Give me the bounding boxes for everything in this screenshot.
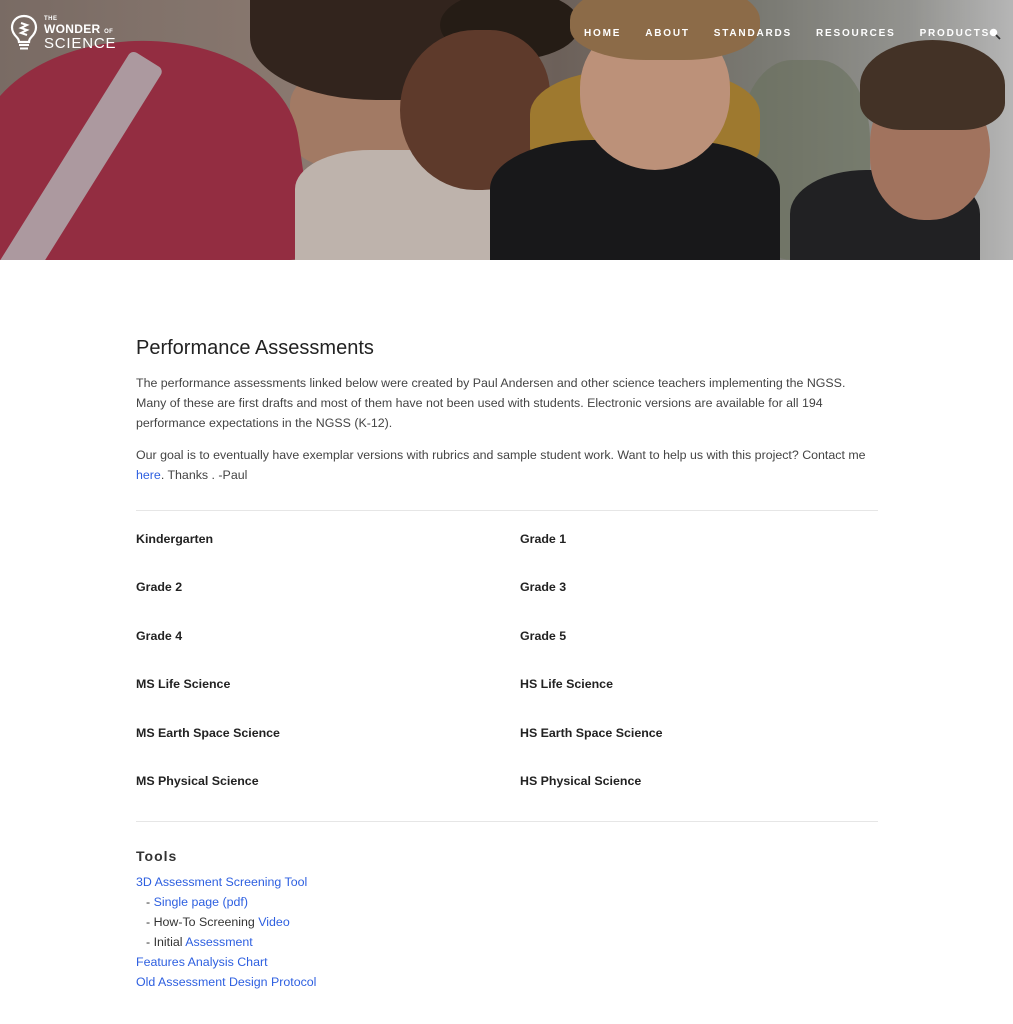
tools-item: - Initial Assessment bbox=[136, 932, 878, 952]
hero-overlay bbox=[0, 0, 1013, 260]
grade-link-hs-physical-science[interactable]: HS Physical Science bbox=[520, 773, 878, 821]
grade-link-kindergarten[interactable]: Kindergarten bbox=[136, 531, 520, 579]
logo-wordmark: THE WONDER OF SCIENCE bbox=[44, 16, 116, 51]
single-page-pdf-link[interactable]: Single page (pdf) bbox=[154, 895, 248, 909]
grade-link-hs-earth-space-science[interactable]: HS Earth Space Science bbox=[520, 725, 878, 773]
logo-of: OF bbox=[104, 28, 114, 35]
grade-links-grid: Kindergarten Grade 1 Grade 2 Grade 3 Gra… bbox=[136, 531, 878, 821]
howto-prefix: - How-To Screening bbox=[146, 915, 259, 930]
goal-paragraph: Our goal is to eventually have exemplar … bbox=[136, 445, 878, 485]
logo-science: SCIENCE bbox=[44, 34, 117, 52]
tools-item: Features Analysis Chart bbox=[136, 952, 878, 972]
tools-item: 3D Assessment Screening Tool bbox=[136, 872, 878, 892]
tools-item: - How-To Screening Video bbox=[136, 912, 878, 932]
grade-link-grade-1[interactable]: Grade 1 bbox=[520, 531, 878, 579]
main-nav: HOME ABOUT STANDARDS RESOURCES PRODUCTS bbox=[584, 27, 1013, 40]
initial-assessment-link[interactable]: Assessment bbox=[185, 935, 252, 949]
features-analysis-chart-link[interactable]: Features Analysis Chart bbox=[136, 955, 268, 969]
site-logo[interactable]: THE WONDER OF SCIENCE bbox=[10, 14, 116, 52]
main-content: Performance Assessments The performance … bbox=[136, 336, 878, 992]
grade-link-grade-5[interactable]: Grade 5 bbox=[520, 628, 878, 676]
search-icon[interactable] bbox=[989, 27, 1001, 40]
lightbulb-icon bbox=[10, 14, 38, 52]
tools-heading: Tools bbox=[136, 848, 178, 865]
grade-link-ms-earth-space-science[interactable]: MS Earth Space Science bbox=[136, 725, 520, 773]
tools-item: Old Assessment Design Protocol bbox=[136, 972, 878, 992]
nav-home[interactable]: HOME bbox=[584, 28, 621, 39]
page-title: Performance Assessments bbox=[136, 337, 374, 359]
grade-link-hs-life-science[interactable]: HS Life Science bbox=[520, 676, 878, 724]
logo-wonder: WONDER OF bbox=[44, 23, 116, 35]
single-page-prefix: - bbox=[146, 895, 154, 910]
old-design-protocol-link[interactable]: Old Assessment Design Protocol bbox=[136, 975, 316, 989]
intro-paragraph: The performance assessments linked below… bbox=[136, 376, 846, 430]
tools-list: 3D Assessment Screening Tool - Single pa… bbox=[136, 872, 878, 992]
nav-standards[interactable]: STANDARDS bbox=[714, 28, 792, 39]
nav-about[interactable]: ABOUT bbox=[645, 28, 690, 39]
goal-signoff: . Thanks . -Paul bbox=[160, 468, 248, 482]
grade-link-grade-3[interactable]: Grade 3 bbox=[520, 579, 878, 627]
initial-prefix: - Initial bbox=[146, 935, 186, 950]
nav-products[interactable]: PRODUCTS bbox=[920, 28, 991, 39]
divider bbox=[136, 821, 878, 823]
tools-item: - Single page (pdf) bbox=[136, 892, 878, 912]
grade-link-grade-2[interactable]: Grade 2 bbox=[136, 579, 520, 627]
howto-video-link[interactable]: Video bbox=[258, 915, 289, 929]
hero-image bbox=[0, 0, 1013, 260]
divider bbox=[136, 510, 878, 511]
screening-tool-link[interactable]: 3D Assessment Screening Tool bbox=[136, 875, 307, 889]
grade-link-grade-4[interactable]: Grade 4 bbox=[136, 628, 520, 676]
nav-resources[interactable]: RESOURCES bbox=[816, 28, 896, 39]
grade-link-ms-physical-science[interactable]: MS Physical Science bbox=[136, 773, 520, 821]
grade-link-ms-life-science[interactable]: MS Life Science bbox=[136, 676, 520, 724]
logo-wonder-text: WONDER bbox=[44, 21, 101, 36]
goal-text: Our goal is to eventually have exemplar … bbox=[136, 448, 866, 462]
contact-here-link[interactable]: here bbox=[136, 468, 161, 482]
